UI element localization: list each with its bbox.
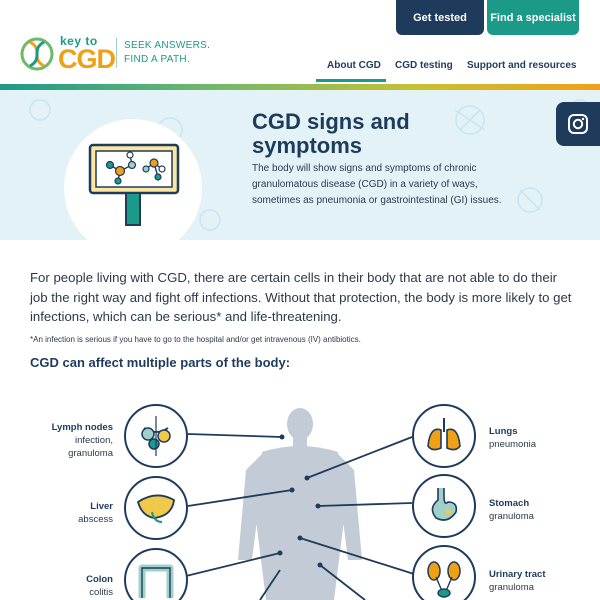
lymph-nodes-organ: [124, 404, 188, 468]
tagline: SEEK ANSWERS. FIND A PATH.: [124, 39, 210, 67]
colon-name: Colon: [86, 574, 113, 585]
lymph-nodes-desc-1: infection,: [74, 435, 113, 446]
urinary-tract-name: Urinary tract: [489, 569, 546, 580]
page-title-line-1: CGD signs and: [252, 109, 410, 134]
hero-description: The body will show signs and symptoms of…: [252, 163, 502, 206]
lungs-name: Lungs: [489, 426, 518, 437]
urinary-tract-organ: [412, 545, 476, 600]
lungs-organ: [412, 404, 476, 468]
nav-cgd-testing[interactable]: CGD testing: [395, 60, 453, 76]
stomach-desc: granuloma: [489, 511, 534, 522]
intro-paragraph: For people living with CGD, there are ce…: [30, 270, 572, 324]
instagram-button[interactable]: [556, 102, 600, 146]
lymph-nodes-icon: [141, 416, 171, 456]
colon-desc: colitis: [89, 587, 113, 598]
stomach-name: Stomach: [489, 498, 530, 509]
nav-support-resources[interactable]: Support and resources: [467, 60, 576, 76]
tagline-line-2: FIND A PATH.: [124, 54, 191, 65]
liver-icon: [136, 494, 175, 523]
page-title: CGD signs and symptoms: [252, 110, 452, 158]
section-heading: CGD can affect multiple parts of the bod…: [30, 355, 291, 370]
urinary-tract-icon: [427, 561, 461, 598]
lymph-nodes-name: Lymph nodes: [51, 422, 113, 433]
liver-organ: [124, 476, 188, 540]
page-title-line-2: symptoms: [252, 133, 363, 158]
colon-icon: [138, 564, 174, 598]
urinary-tract-desc: granuloma: [489, 582, 534, 593]
dna-icon: [20, 37, 54, 71]
lungs-icon: [427, 418, 461, 451]
lymph-nodes-desc-2: granuloma: [68, 448, 113, 459]
stomach-icon: [431, 488, 458, 521]
logo-cgd-text: CGD: [58, 44, 116, 74]
lymph-nodes-label: Lymph nodes infection, granuloma: [40, 421, 113, 460]
key-to-cgd-logo[interactable]: key to CGD: [20, 34, 116, 74]
instagram-icon: [568, 114, 588, 134]
liver-desc: abscess: [78, 514, 113, 525]
colon-label: Colon colitis: [40, 573, 113, 599]
nav-active-indicator: [316, 79, 386, 82]
liver-name: Liver: [90, 501, 113, 512]
liver-label: Liver abscess: [40, 500, 113, 526]
find-specialist-button[interactable]: Find a specialist: [487, 0, 579, 35]
stomach-label: Stomach granuloma: [489, 497, 534, 523]
stomach-organ: [412, 474, 476, 538]
lungs-desc: pneumonia: [489, 439, 537, 450]
urinary-tract-label: Urinary tract granuloma: [489, 568, 546, 594]
get-tested-button[interactable]: Get tested: [396, 0, 484, 35]
colon-organ: [124, 548, 188, 600]
tagline-line-1: SEEK ANSWERS.: [124, 40, 211, 51]
footnote: *An infection is serious if you have to …: [30, 335, 361, 344]
body-parts-diagram: Lymph nodes infection, granuloma Liver a…: [0, 390, 600, 600]
monitor-molecule-icon: [88, 143, 180, 226]
nav-about-cgd[interactable]: About CGD: [327, 60, 381, 76]
logo-divider: [116, 38, 117, 68]
lungs-label: Lungs pneumonia: [489, 425, 536, 451]
